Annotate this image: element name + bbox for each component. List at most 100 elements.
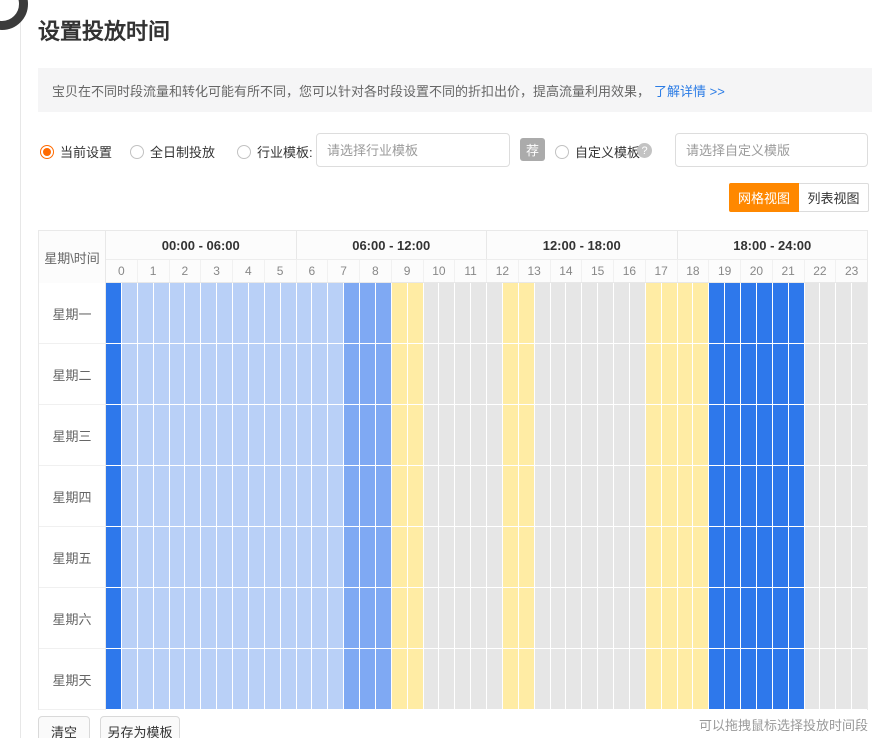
time-slot-cell[interactable] xyxy=(471,527,487,588)
time-slot-cell[interactable] xyxy=(820,527,836,588)
time-slot-cell[interactable] xyxy=(519,405,535,466)
time-slot-cell[interactable] xyxy=(249,527,265,588)
time-slot-cell[interactable] xyxy=(297,466,313,527)
time-slot-cell[interactable] xyxy=(297,527,313,588)
time-slot-cell[interactable] xyxy=(170,649,186,710)
time-slot-cell[interactable] xyxy=(217,405,233,466)
time-slot-cell[interactable] xyxy=(630,283,646,344)
time-slot-cell[interactable] xyxy=(217,588,233,649)
time-slot-cell[interactable] xyxy=(201,344,217,405)
time-slot-cell[interactable] xyxy=(154,527,170,588)
time-slot-cell[interactable] xyxy=(249,466,265,527)
time-slot-cell[interactable] xyxy=(852,466,867,527)
time-slot-cell[interactable] xyxy=(122,405,138,466)
time-slot-cell[interactable] xyxy=(820,283,836,344)
time-slot-cell[interactable] xyxy=(725,344,741,405)
time-slot-cell[interactable] xyxy=(773,405,789,466)
time-slot-cell[interactable] xyxy=(709,466,725,527)
time-slot-cell[interactable] xyxy=(328,466,344,527)
time-slot-cell[interactable] xyxy=(424,283,440,344)
time-slot-cell[interactable] xyxy=(630,344,646,405)
time-slot-cell[interactable] xyxy=(757,527,773,588)
time-slot-cell[interactable] xyxy=(551,283,567,344)
time-slot-cell[interactable] xyxy=(122,649,138,710)
time-slot-cell[interactable] xyxy=(344,344,360,405)
time-slot-cell[interactable] xyxy=(503,283,519,344)
time-slot-cell[interactable] xyxy=(662,588,678,649)
time-slot-cell[interactable] xyxy=(376,527,392,588)
time-slot-cell[interactable] xyxy=(344,283,360,344)
radio-custom-template[interactable]: 自定义模板: xyxy=(555,142,644,161)
time-slot-cell[interactable] xyxy=(217,283,233,344)
time-slot-cell[interactable] xyxy=(630,527,646,588)
time-slot-cell[interactable] xyxy=(185,283,201,344)
time-slot-cell[interactable] xyxy=(836,649,852,710)
time-slot-cell[interactable] xyxy=(852,405,867,466)
time-slot-cell[interactable] xyxy=(344,466,360,527)
time-slot-cell[interactable] xyxy=(233,466,249,527)
time-slot-cell[interactable] xyxy=(852,649,867,710)
time-slot-cell[interactable] xyxy=(312,588,328,649)
time-slot-cell[interactable] xyxy=(424,405,440,466)
time-slot-cell[interactable] xyxy=(503,588,519,649)
time-slot-cell[interactable] xyxy=(678,405,694,466)
time-slot-cell[interactable] xyxy=(614,344,630,405)
time-slot-cell[interactable] xyxy=(265,283,281,344)
time-slot-cell[interactable] xyxy=(265,405,281,466)
time-slot-cell[interactable] xyxy=(312,344,328,405)
time-slot-cell[interactable] xyxy=(408,283,424,344)
time-slot-cell[interactable] xyxy=(201,527,217,588)
time-slot-cell[interactable] xyxy=(106,283,122,344)
time-slot-cell[interactable] xyxy=(614,405,630,466)
clear-button[interactable]: 清空 xyxy=(38,716,90,738)
time-slot-cell[interactable] xyxy=(535,527,551,588)
time-slot-cell[interactable] xyxy=(392,527,408,588)
time-slot-cell[interactable] xyxy=(344,405,360,466)
time-slot-cell[interactable] xyxy=(455,649,471,710)
time-slot-cell[interactable] xyxy=(836,588,852,649)
time-slot-cell[interactable] xyxy=(820,649,836,710)
time-slot-cell[interactable] xyxy=(789,649,805,710)
time-slot-cell[interactable] xyxy=(439,344,455,405)
time-slot-cell[interactable] xyxy=(455,466,471,527)
time-slot-cell[interactable] xyxy=(535,466,551,527)
time-slot-cell[interactable] xyxy=(582,527,598,588)
time-slot-cell[interactable] xyxy=(503,344,519,405)
radio-industry-template[interactable]: 行业模板: xyxy=(237,142,313,161)
time-slot-cell[interactable] xyxy=(582,405,598,466)
time-slot-cell[interactable] xyxy=(678,466,694,527)
time-slot-cell[interactable] xyxy=(424,527,440,588)
time-slot-cell[interactable] xyxy=(281,283,297,344)
time-slot-cell[interactable] xyxy=(820,588,836,649)
time-slot-cell[interactable] xyxy=(233,649,249,710)
time-slot-cell[interactable] xyxy=(249,405,265,466)
time-slot-cell[interactable] xyxy=(122,283,138,344)
time-slot-cell[interactable] xyxy=(725,527,741,588)
time-slot-cell[interactable] xyxy=(106,405,122,466)
time-slot-cell[interactable] xyxy=(693,405,709,466)
time-slot-cell[interactable] xyxy=(185,466,201,527)
time-slot-cell[interactable] xyxy=(281,649,297,710)
learn-more-link[interactable]: 了解详情 >> xyxy=(654,81,725,100)
time-slot-cell[interactable] xyxy=(598,344,614,405)
time-slot-cell[interactable] xyxy=(709,649,725,710)
time-slot-cell[interactable] xyxy=(630,466,646,527)
time-slot-cell[interactable] xyxy=(312,466,328,527)
time-slot-cell[interactable] xyxy=(773,466,789,527)
time-slot-cell[interactable] xyxy=(328,527,344,588)
time-slot-cell[interactable] xyxy=(249,344,265,405)
time-slot-cell[interactable] xyxy=(709,527,725,588)
time-slot-cell[interactable] xyxy=(233,405,249,466)
time-slot-cell[interactable] xyxy=(741,466,757,527)
save-as-template-button[interactable]: 另存为模板 xyxy=(100,716,180,738)
time-slot-cell[interactable] xyxy=(487,344,503,405)
time-slot-cell[interactable] xyxy=(360,649,376,710)
time-slot-cell[interactable] xyxy=(328,649,344,710)
time-slot-cell[interactable] xyxy=(439,649,455,710)
time-slot-cell[interactable] xyxy=(217,344,233,405)
time-slot-cell[interactable] xyxy=(154,649,170,710)
time-slot-cell[interactable] xyxy=(297,344,313,405)
time-slot-cell[interactable] xyxy=(662,649,678,710)
time-slot-cell[interactable] xyxy=(439,405,455,466)
time-slot-cell[interactable] xyxy=(551,588,567,649)
